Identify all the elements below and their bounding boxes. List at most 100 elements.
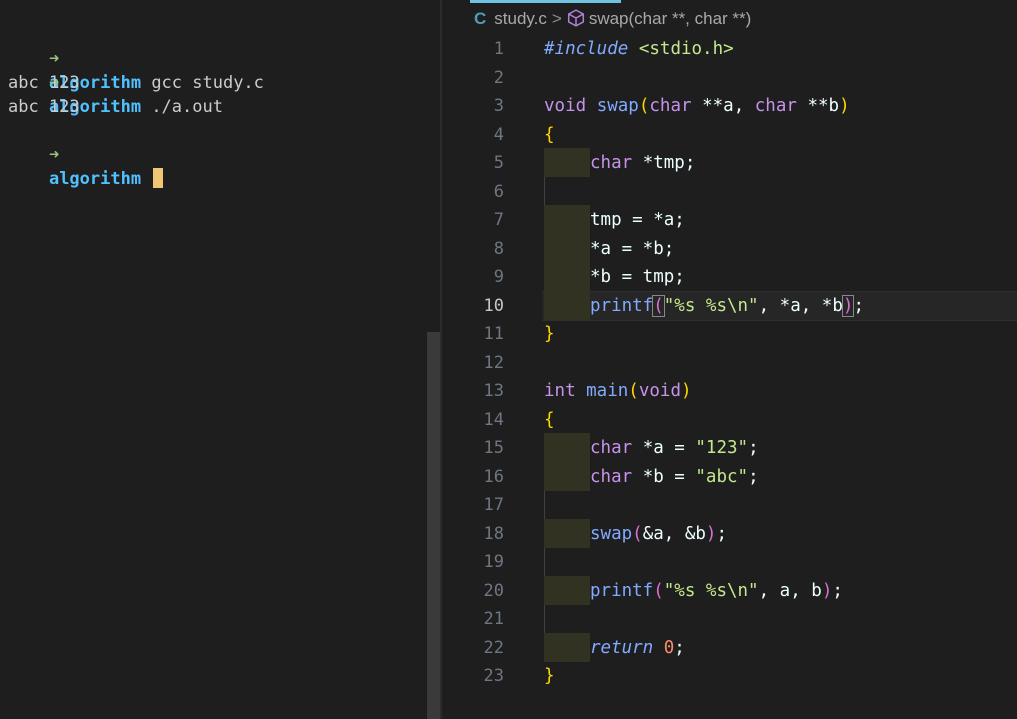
code-token: void bbox=[544, 96, 587, 116]
code-line[interactable]: { bbox=[544, 406, 555, 435]
line-number: 3 bbox=[493, 96, 504, 116]
code-token: , a, b bbox=[758, 580, 822, 601]
code-token: void bbox=[638, 381, 681, 401]
code-token: char bbox=[590, 466, 633, 487]
prompt-arrow-icon: ➜ bbox=[48, 145, 60, 165]
code-line[interactable]: } bbox=[544, 320, 555, 349]
line-number-active: 10 bbox=[483, 295, 504, 316]
code-token: ; bbox=[853, 295, 864, 316]
indent-highlight bbox=[544, 148, 590, 177]
code-line[interactable]: *a = *b; bbox=[590, 235, 674, 264]
code-token: printf bbox=[590, 580, 654, 601]
code-token: ( bbox=[653, 580, 664, 601]
code-token: "%s %s\n" bbox=[663, 295, 759, 316]
code-editor[interactable]: Cstudy.c > swap(char **, char **) 1 2 3 4 … bbox=[442, 0, 1017, 719]
code-token: } bbox=[544, 324, 555, 344]
active-tab-indicator bbox=[470, 0, 621, 3]
code-line-active[interactable]: printf("%s %s\n", *a, *b); bbox=[590, 292, 864, 321]
terminal-line[interactable]: ➜ algorithm bbox=[8, 119, 164, 189]
line-number: 5 bbox=[493, 153, 504, 173]
code-line[interactable]: void swap(char **a, char **b) bbox=[544, 92, 850, 121]
breadcrumb: Cstudy.c > swap(char **, char **) bbox=[474, 6, 751, 32]
code-token: ) bbox=[841, 294, 855, 317]
code-token: } bbox=[544, 666, 555, 686]
code-token: ( bbox=[632, 523, 643, 544]
code-token: char bbox=[590, 153, 633, 173]
code-token: "abc" bbox=[695, 466, 749, 487]
code-token: ) bbox=[821, 580, 833, 601]
line-number: 6 bbox=[493, 181, 504, 202]
code-token: ) bbox=[839, 96, 850, 116]
indent-highlight bbox=[544, 205, 590, 234]
code-line[interactable]: return 0; bbox=[590, 634, 685, 663]
indent-highlight bbox=[544, 519, 590, 548]
code-line[interactable]: } bbox=[544, 662, 555, 691]
code-token: { bbox=[544, 124, 555, 145]
code-line[interactable]: char *b = "abc"; bbox=[590, 463, 759, 492]
terminal-output: abc 123 bbox=[8, 73, 80, 93]
terminal-line: ➜ algorithm ./a.out bbox=[8, 47, 223, 117]
code-token: ; bbox=[832, 580, 843, 601]
terminal-scrollbar[interactable] bbox=[427, 332, 440, 719]
terminal-cursor bbox=[153, 168, 164, 188]
line-number: 2 bbox=[493, 67, 504, 88]
terminal-input[interactable] bbox=[141, 169, 151, 189]
line-number: 12 bbox=[483, 352, 504, 373]
code-token: **b bbox=[796, 96, 840, 116]
code-line[interactable]: char *tmp; bbox=[590, 149, 695, 178]
line-number: 23 bbox=[483, 666, 504, 686]
indent-highlight bbox=[544, 576, 590, 605]
line-number: 11 bbox=[483, 324, 504, 344]
line-number: 7 bbox=[493, 210, 504, 230]
indent-highlight bbox=[544, 462, 590, 491]
line-number: 1 bbox=[493, 39, 504, 59]
breadcrumb-separator: > bbox=[551, 9, 562, 28]
code-line[interactable]: swap(&a, &b); bbox=[590, 520, 727, 549]
code-line[interactable]: printf("%s %s\n", a, b); bbox=[590, 577, 843, 606]
code-token: int bbox=[544, 381, 576, 401]
line-number: 14 bbox=[483, 409, 504, 430]
code-token: ; bbox=[748, 466, 759, 487]
prompt-dir: algorithm bbox=[48, 169, 142, 189]
terminal-command: ./a.out bbox=[141, 97, 223, 117]
code-token: tmp = *a; bbox=[590, 210, 685, 230]
code-token: **a, bbox=[691, 96, 755, 116]
line-number: 22 bbox=[483, 637, 504, 658]
terminal-panel[interactable]: ➜ algorithm gcc study.c ➜ algorithm ./a.… bbox=[0, 0, 441, 719]
line-number: 4 bbox=[493, 124, 504, 145]
code-line[interactable]: int main(void) bbox=[544, 377, 692, 406]
line-number: 17 bbox=[483, 495, 504, 515]
code-token: *a = *b; bbox=[590, 238, 675, 259]
code-token: "%s %s\n" bbox=[663, 580, 759, 601]
breadcrumb-file[interactable]: study.c bbox=[494, 9, 547, 28]
code-token: ; bbox=[748, 438, 759, 458]
code-token: main bbox=[575, 381, 629, 401]
line-number: 20 bbox=[483, 580, 504, 601]
code-line[interactable]: tmp = *a; bbox=[590, 206, 685, 235]
code-token: &a, &b bbox=[642, 523, 706, 544]
line-number: 19 bbox=[483, 552, 504, 572]
code-line[interactable]: *b = tmp; bbox=[590, 263, 685, 292]
code-line[interactable]: char *a = "123"; bbox=[590, 434, 759, 463]
terminal-output: abc 123 bbox=[8, 97, 80, 117]
line-number: 16 bbox=[483, 466, 504, 487]
indent-highlight bbox=[544, 633, 590, 662]
code-token: ) bbox=[705, 523, 717, 544]
code-line[interactable]: #include <stdio.h> bbox=[544, 35, 734, 64]
line-number: 8 bbox=[493, 238, 504, 259]
code-token: <stdio.h> bbox=[628, 39, 734, 59]
line-number: 9 bbox=[493, 267, 504, 287]
line-number: 13 bbox=[483, 381, 504, 401]
breadcrumb-symbol[interactable]: swap(char **, char **) bbox=[589, 9, 752, 28]
code-token: ; bbox=[674, 637, 685, 658]
code-token: ( bbox=[638, 96, 650, 116]
code-line[interactable]: { bbox=[544, 121, 555, 150]
code-token: swap bbox=[586, 96, 639, 116]
code-token: { bbox=[544, 409, 555, 430]
c-language-icon: C bbox=[474, 9, 487, 28]
code-token: swap bbox=[590, 523, 633, 544]
code-token: *b = tmp; bbox=[590, 267, 685, 287]
line-number: 18 bbox=[483, 523, 504, 544]
code-token: return bbox=[590, 637, 654, 658]
code-token: ( bbox=[628, 381, 639, 401]
